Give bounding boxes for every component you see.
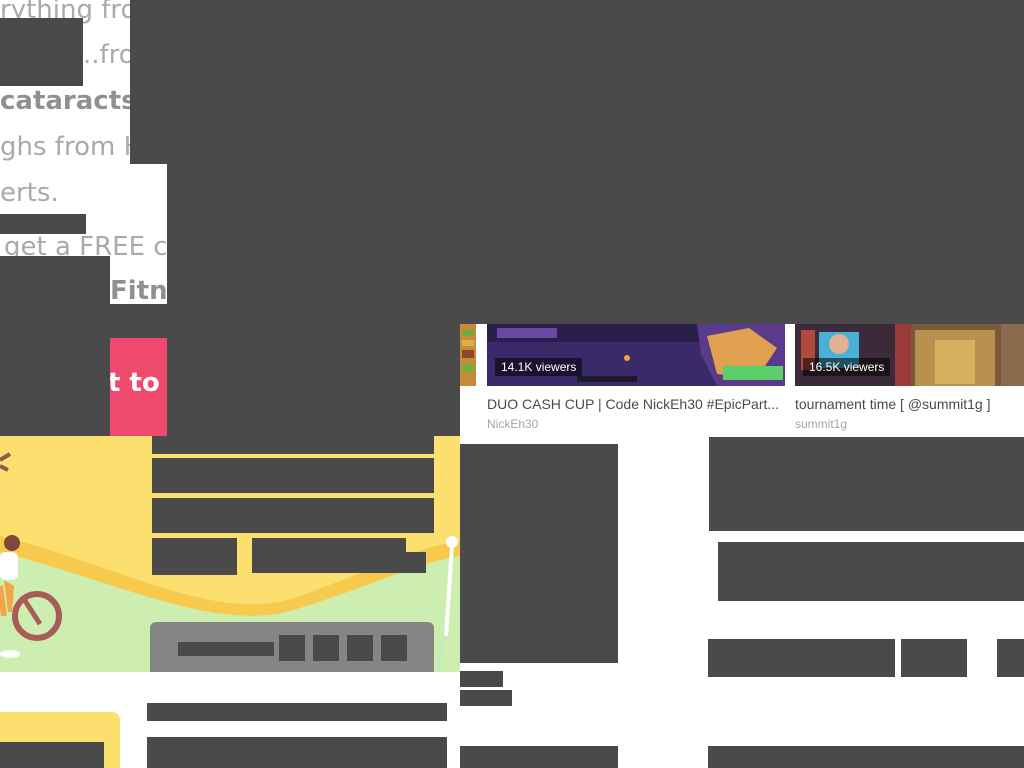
redacted-region bbox=[718, 542, 1024, 601]
dark-panel bbox=[150, 622, 434, 672]
redacted-region bbox=[901, 639, 967, 677]
article-line: cataracts. bbox=[0, 86, 145, 116]
redacted-region bbox=[152, 498, 434, 533]
thumbnail-image bbox=[460, 324, 476, 386]
redacted-region bbox=[0, 18, 83, 86]
redacted-region bbox=[313, 635, 339, 661]
redacted-region bbox=[460, 671, 503, 687]
redacted-region bbox=[252, 538, 406, 573]
article-keyword-cataracts: cataracts bbox=[0, 86, 137, 116]
video-title[interactable]: tournament time [ @summit1g ] bbox=[795, 396, 1024, 412]
redacted-region bbox=[279, 635, 305, 661]
video-thumbnail[interactable] bbox=[460, 324, 476, 386]
redacted-region bbox=[167, 324, 460, 436]
video-thumbnail[interactable]: 14.1K viewers bbox=[487, 324, 785, 386]
redacted-region bbox=[406, 552, 426, 573]
redacted-region bbox=[460, 690, 512, 706]
redacted-region bbox=[0, 214, 86, 234]
channel-name[interactable]: NickEh30 bbox=[487, 417, 538, 431]
redacted-region bbox=[708, 639, 895, 677]
article-line: erts. bbox=[0, 178, 59, 208]
redacted-region bbox=[0, 256, 110, 436]
redacted-region bbox=[347, 635, 373, 661]
redacted-region bbox=[0, 742, 104, 768]
redacted-region bbox=[110, 304, 167, 338]
video-title[interactable]: DUO CASH CUP | Code NickEh30 #EpicPart..… bbox=[487, 396, 785, 412]
article-line: ghs from H bbox=[0, 132, 144, 162]
redacted-region bbox=[152, 458, 434, 493]
viewer-count: 14.1K viewers bbox=[495, 358, 583, 376]
redacted-region bbox=[130, 0, 1024, 164]
redacted-region bbox=[708, 746, 1024, 768]
cta-label: t to bbox=[110, 368, 160, 398]
viewer-count: 16.5K viewers bbox=[803, 358, 891, 376]
redacted-region bbox=[381, 635, 407, 661]
redacted-region bbox=[147, 737, 447, 768]
redacted-region bbox=[152, 538, 237, 575]
channel-name[interactable]: summit1g bbox=[795, 417, 847, 431]
redacted-region bbox=[997, 639, 1024, 677]
redacted-region bbox=[460, 444, 618, 663]
redacted-region bbox=[147, 703, 447, 721]
thumbnail-image bbox=[487, 324, 785, 386]
video-thumbnail[interactable]: 16.5K viewers bbox=[795, 324, 1024, 386]
thumbnail-image bbox=[795, 324, 1024, 386]
redacted-region bbox=[167, 164, 1024, 324]
redacted-region bbox=[178, 642, 274, 656]
redacted-region bbox=[709, 437, 1024, 531]
signup-cta-button[interactable]: t to bbox=[110, 338, 167, 436]
redacted-region bbox=[460, 746, 618, 768]
redacted-region bbox=[152, 436, 434, 454]
